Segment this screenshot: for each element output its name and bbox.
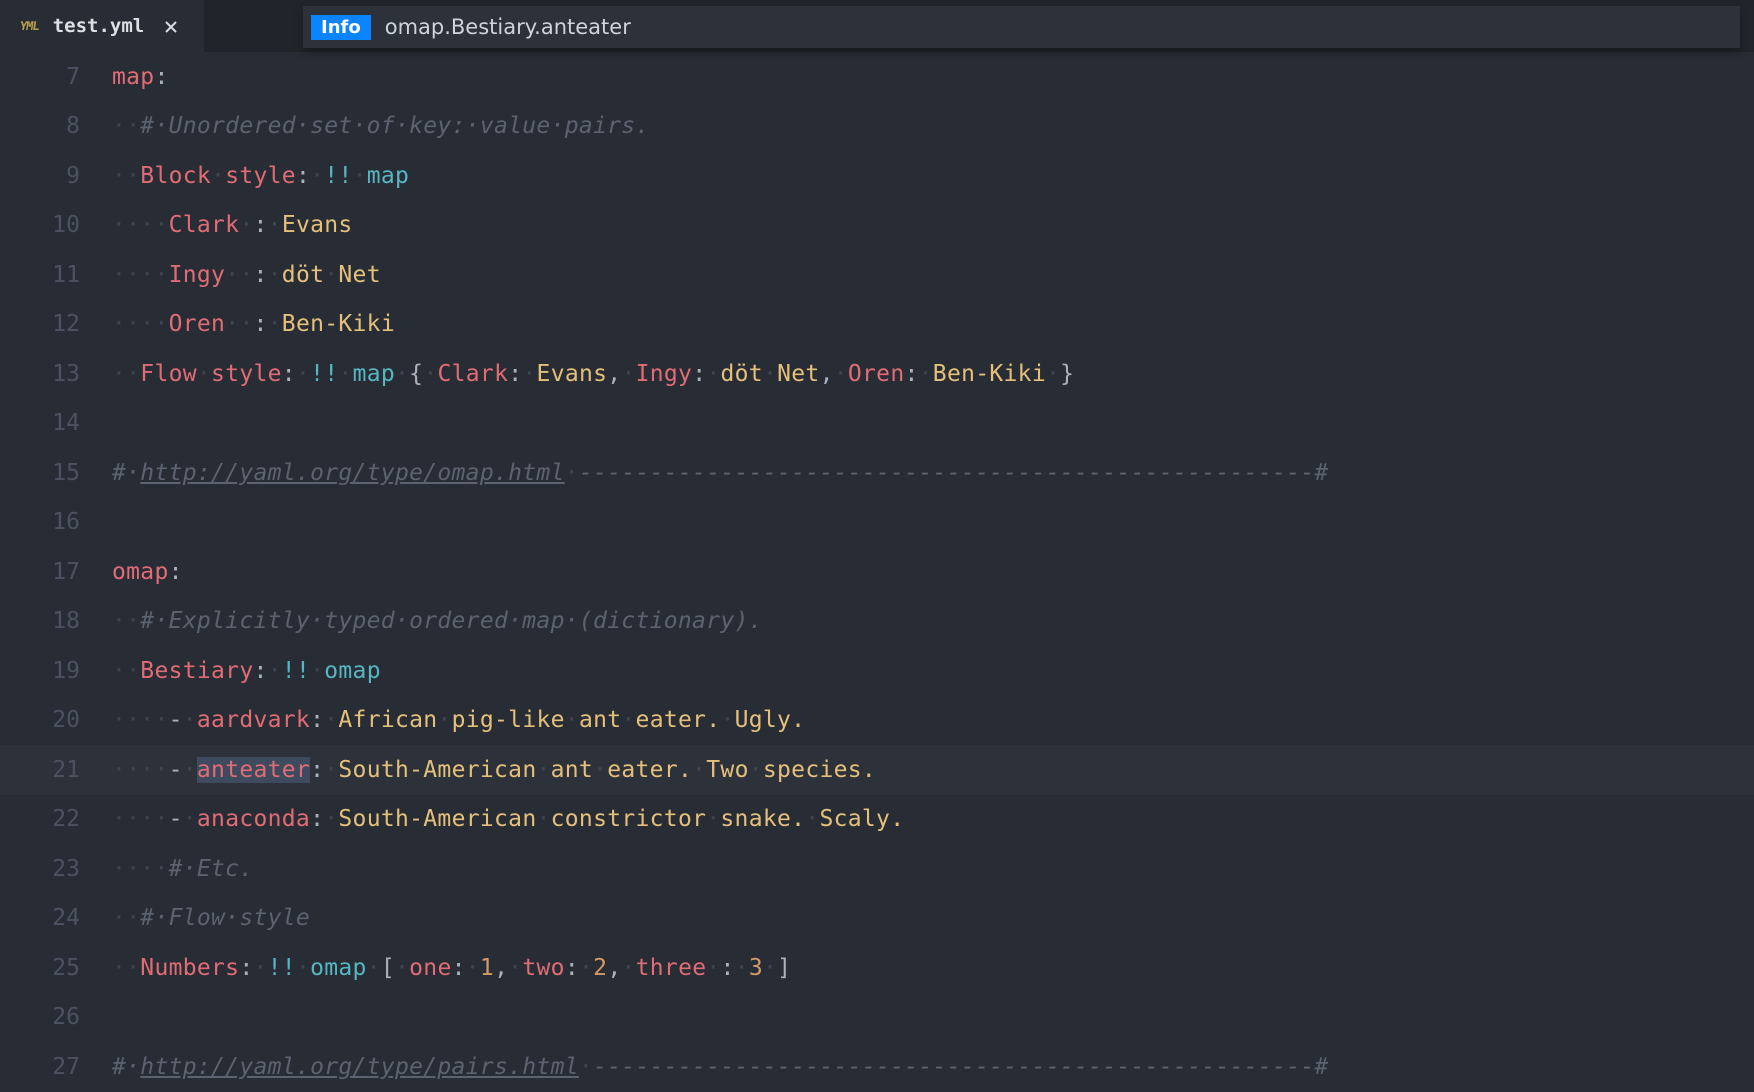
code-line[interactable]: 24··#·Flow·style	[0, 894, 1754, 944]
code-content[interactable]: ····-·aardvark:·African·pig-like·ant·eat…	[112, 707, 805, 733]
code-content[interactable]: omap:	[112, 559, 183, 585]
code-content[interactable]: #·http://yaml.org/type/omap.html·-------…	[112, 460, 1329, 486]
line-number: 25	[0, 955, 112, 981]
code-line[interactable]: 19··Bestiary:·!!·omap	[0, 646, 1754, 696]
line-number: 26	[0, 1004, 112, 1030]
line-number: 18	[0, 608, 112, 634]
code-line[interactable]: 27#·http://yaml.org/type/pairs.html·----…	[0, 1042, 1754, 1092]
code-line[interactable]: 20····-·aardvark:·African·pig-like·ant·e…	[0, 696, 1754, 746]
line-number: 23	[0, 856, 112, 882]
line-number: 20	[0, 707, 112, 733]
code-line[interactable]: 13··Flow·style:·!!·map·{·Clark:·Evans,·I…	[0, 349, 1754, 399]
code-line[interactable]: 8··#·Unordered·set·of·key:·value·pairs.	[0, 102, 1754, 152]
line-number: 17	[0, 559, 112, 585]
code-editor[interactable]: 7map:8··#·Unordered·set·of·key:·value·pa…	[0, 52, 1754, 1092]
code-line[interactable]: 23····#·Etc.	[0, 844, 1754, 894]
info-path: omap.Bestiary.anteater	[385, 15, 631, 39]
code-line[interactable]: 9··Block·style:·!!·map	[0, 151, 1754, 201]
line-number: 8	[0, 113, 112, 139]
code-line[interactable]: 18··#·Explicitly·typed·ordered·map·(dict…	[0, 597, 1754, 647]
code-content[interactable]: ··#·Explicitly·typed·ordered·map·(dictio…	[112, 608, 763, 634]
code-line[interactable]: 16	[0, 498, 1754, 548]
code-content[interactable]: #·http://yaml.org/type/pairs.html·------…	[112, 1054, 1329, 1080]
code-content[interactable]: ····Clark·:·Evans	[112, 212, 353, 238]
line-number: 27	[0, 1054, 112, 1080]
code-line[interactable]: 22····-·anaconda:·South-American·constri…	[0, 795, 1754, 845]
code-line[interactable]: 26	[0, 993, 1754, 1043]
code-content[interactable]: ··#·Flow·style	[112, 905, 310, 931]
code-line[interactable]: 7map:	[0, 52, 1754, 102]
line-number: 16	[0, 509, 112, 535]
code-content[interactable]: map:	[112, 64, 169, 90]
info-badge: Info	[311, 15, 371, 40]
code-line[interactable]: 12····Oren··:·Ben-Kiki	[0, 300, 1754, 350]
code-content[interactable]: ··Flow·style:·!!·map·{·Clark:·Evans,·Ing…	[112, 361, 1074, 387]
tab-filename: test.yml	[53, 15, 145, 37]
code-line[interactable]: 11····Ingy··:·döt·Net	[0, 250, 1754, 300]
code-content[interactable]: ··Numbers:·!!·omap·[·one:·1,·two:·2,·thr…	[112, 955, 791, 981]
line-number: 10	[0, 212, 112, 238]
code-content[interactable]: ····Oren··:·Ben-Kiki	[112, 311, 395, 337]
line-number: 11	[0, 262, 112, 288]
line-number: 24	[0, 905, 112, 931]
code-line[interactable]: 14	[0, 399, 1754, 449]
line-number: 13	[0, 361, 112, 387]
code-content[interactable]: ····-·anaconda:·South-American·constrict…	[112, 806, 904, 832]
line-number: 9	[0, 163, 112, 189]
code-content[interactable]: ··#·Unordered·set·of·key:·value·pairs.	[112, 113, 650, 139]
code-content[interactable]: ····Ingy··:·döt·Net	[112, 262, 381, 288]
line-number: 12	[0, 311, 112, 337]
code-content[interactable]: ····#·Etc.	[112, 856, 253, 882]
code-line[interactable]: 21····-·anteater:·South-American·ant·eat…	[0, 745, 1754, 795]
code-line[interactable]: 25··Numbers:·!!·omap·[·one:·1,·two:·2,·t…	[0, 943, 1754, 993]
close-icon[interactable]	[158, 12, 184, 40]
code-content[interactable]: ··Block·style:·!!·map	[112, 163, 409, 189]
yaml-file-icon: YML	[19, 19, 40, 33]
line-number: 14	[0, 410, 112, 436]
line-number: 19	[0, 658, 112, 684]
code-line[interactable]: 10····Clark·:·Evans	[0, 201, 1754, 251]
tab-file[interactable]: YML test.yml	[0, 0, 204, 52]
line-number: 21	[0, 757, 112, 783]
info-bar: Info omap.Bestiary.anteater	[303, 6, 1740, 48]
code-content[interactable]: ····-·anteater:·South-American·ant·eater…	[112, 757, 876, 783]
code-content[interactable]: ··Bestiary:·!!·omap	[112, 658, 381, 684]
code-line[interactable]: 17omap:	[0, 547, 1754, 597]
line-number: 15	[0, 460, 112, 486]
line-number: 22	[0, 806, 112, 832]
code-line[interactable]: 15#·http://yaml.org/type/omap.html·-----…	[0, 448, 1754, 498]
line-number: 7	[0, 64, 112, 90]
